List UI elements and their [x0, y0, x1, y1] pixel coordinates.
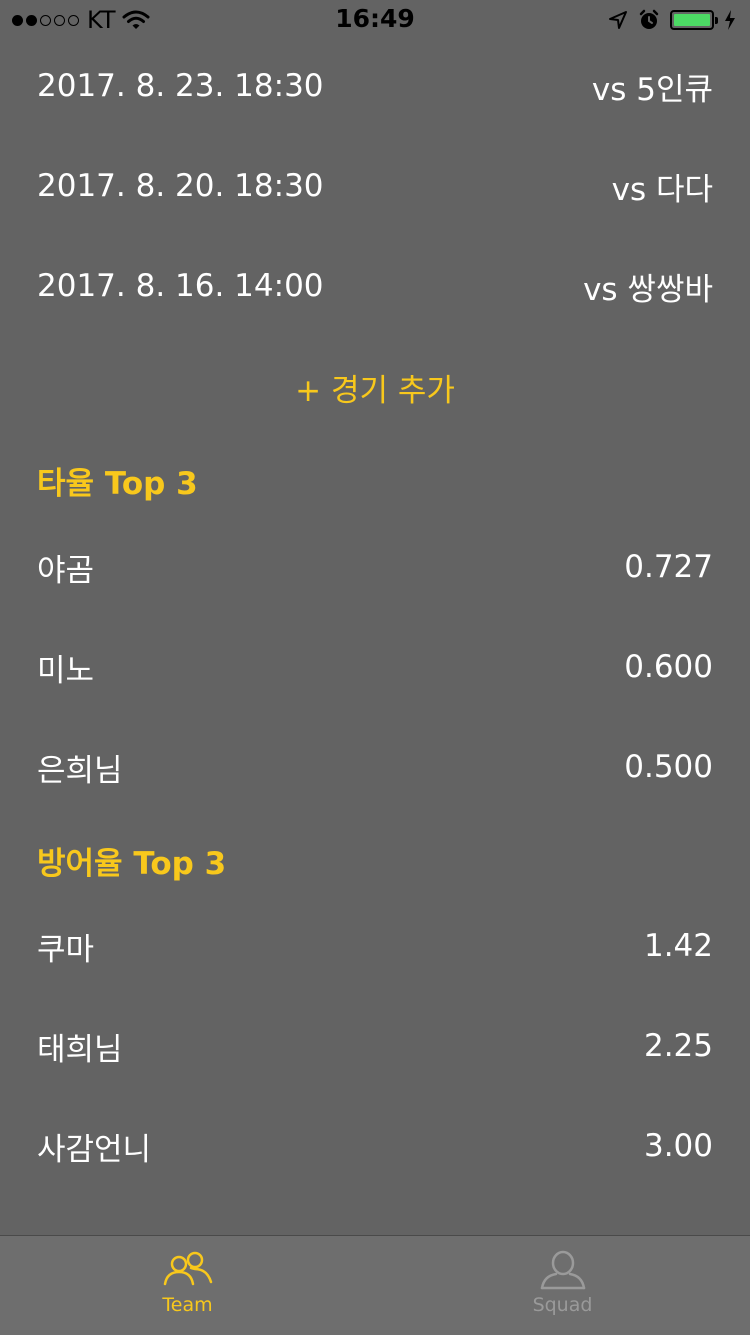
game-date: 2017. 8. 23. 18:30	[37, 68, 324, 104]
game-row[interactable]: 2017. 8. 20. 18:30 vs 다다	[37, 136, 713, 236]
charging-bolt-icon	[725, 10, 735, 30]
batting-row[interactable]: 야곰 0.727	[37, 517, 713, 617]
game-opponent: vs 5인큐	[591, 71, 713, 108]
tab-team[interactable]: Team	[0, 1236, 375, 1335]
defense-row[interactable]: 태희님 2.25	[37, 996, 713, 1096]
player-name: 야곰	[37, 552, 95, 589]
tab-squad-label: Squad	[532, 1294, 593, 1316]
batting-top3-title: 타율 Top 3	[37, 466, 198, 502]
game-row[interactable]: 2017. 8. 16. 14:00 vs 쌍쌍바	[37, 236, 713, 336]
player-name: 미노	[37, 652, 95, 689]
defense-row[interactable]: 사감언니 3.00	[37, 1096, 713, 1196]
tab-bar: Team Squad	[0, 1235, 750, 1335]
game-date: 2017. 8. 20. 18:30	[37, 168, 324, 204]
era-value: 1.42	[643, 928, 713, 964]
batting-average: 0.600	[624, 649, 713, 685]
game-opponent: vs 다다	[611, 171, 713, 208]
player-name: 태희님	[37, 1031, 123, 1068]
player-name: 사감언니	[37, 1131, 152, 1168]
player-name: 은희님	[37, 752, 123, 789]
game-opponent: vs 쌍쌍바	[583, 271, 713, 308]
tab-team-label: Team	[162, 1294, 213, 1316]
era-value: 3.00	[643, 1128, 713, 1164]
batting-average: 0.727	[624, 549, 713, 585]
person-icon	[540, 1250, 585, 1290]
tab-squad[interactable]: Squad	[375, 1236, 750, 1335]
batting-average: 0.500	[624, 749, 713, 785]
game-date: 2017. 8. 16. 14:00	[37, 268, 324, 304]
status-right	[608, 8, 736, 32]
team-people-icon	[163, 1251, 212, 1286]
defense-top3-title: 방어율 Top 3	[37, 846, 227, 882]
era-value: 2.25	[643, 1028, 713, 1064]
battery-icon	[670, 10, 718, 30]
defense-row[interactable]: 쿠마 1.42	[37, 896, 713, 996]
batting-row[interactable]: 미노 0.600	[37, 617, 713, 717]
alarm-clock-icon	[639, 9, 659, 29]
status-bar: KT 16:49	[0, 0, 750, 40]
player-name: 쿠마	[37, 931, 95, 968]
batting-row[interactable]: 은희님 0.500	[37, 717, 713, 817]
battery-level-fill	[674, 14, 710, 26]
location-arrow-icon	[609, 11, 627, 29]
game-row[interactable]: 2017. 8. 23. 18:30 vs 5인큐	[37, 36, 713, 136]
add-game-button[interactable]: + 경기 추가	[0, 344, 750, 430]
